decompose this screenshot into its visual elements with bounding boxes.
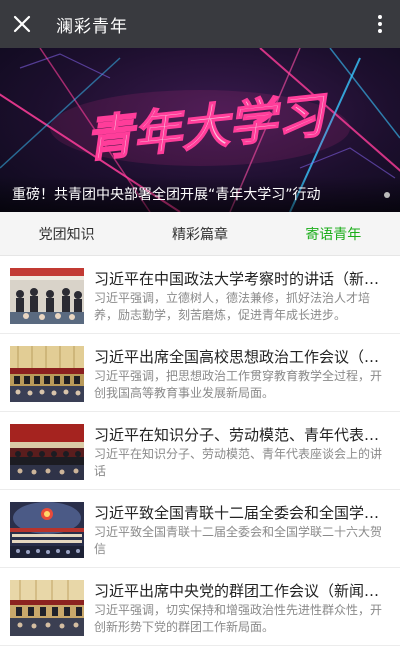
article-thumbnail bbox=[10, 346, 84, 402]
article-list: 习近平在中国政法大学考察时的讲话（新闻... 习近平强调，立德树人，德法兼修，抓… bbox=[0, 256, 400, 646]
article-summary: 习近平强调，切实保持和增强政治性先进性群众性，开创新形势下党的群团工作新局面。 bbox=[94, 603, 383, 634]
article-summary: 习近平强调，立德树人，德法兼修，抓好法治人才培养，励志勤学，刻苦磨炼，促进青年成… bbox=[94, 291, 371, 322]
tab-bar: 党团知识 精彩篇章 寄语青年 bbox=[0, 212, 400, 256]
more-vertical-icon bbox=[378, 15, 382, 33]
article-thumbnail bbox=[10, 580, 84, 636]
article-title: 习近平出席全国高校思想政治工作会议（新... bbox=[94, 348, 390, 366]
article-thumbnail bbox=[10, 502, 84, 558]
close-icon bbox=[13, 15, 31, 33]
tab-party-knowledge[interactable]: 党团知识 bbox=[0, 212, 133, 255]
article-title: 习近平在知识分子、劳动模范、青年代表座... bbox=[94, 426, 390, 444]
list-item[interactable]: 习近平致全国青联十二届全委会和全国学联... 习近平致全国青联十二届全委会和全国… bbox=[0, 490, 400, 568]
list-item[interactable]: 习近平出席全国高校思想政治工作会议（新... 习近平强调，把思想政治工作贯穿教育… bbox=[0, 334, 400, 412]
article-summary: 习近平强调，把思想政治工作贯穿教育教学全过程，开创我国高等教育事业发展新局面。 bbox=[94, 369, 383, 400]
article-thumbnail bbox=[10, 268, 84, 324]
banner-headline[interactable]: 重磅！共青团中央部署全团开展“青年大学习”行动 bbox=[0, 176, 400, 212]
list-item[interactable]: 习近平在中国政法大学考察时的讲话（新闻... 习近平强调，立德树人，德法兼修，抓… bbox=[0, 256, 400, 334]
page-title: 澜彩青年 bbox=[56, 16, 128, 37]
carousel-indicator bbox=[384, 192, 390, 198]
top-bar: 澜彩青年 bbox=[0, 0, 400, 48]
tab-highlights[interactable]: 精彩篇章 bbox=[133, 212, 266, 255]
article-title: 习近平致全国青联十二届全委会和全国学联... bbox=[94, 504, 390, 522]
banner-carousel[interactable]: 青年大学习 重磅！共青团中央部署全团开展“青年大学习”行动 bbox=[0, 48, 400, 212]
tab-youth-messages[interactable]: 寄语青年 bbox=[267, 212, 400, 255]
close-button[interactable] bbox=[0, 0, 44, 48]
list-item[interactable]: 习近平出席中央党的群团工作会议（新闻稿... 习近平强调，切实保持和增强政治性先… bbox=[0, 568, 400, 646]
article-title: 习近平出席中央党的群团工作会议（新闻稿... bbox=[94, 582, 390, 600]
article-summary: 习近平在知识分子、劳动模范、青年代表座谈会上的讲话 bbox=[94, 447, 383, 478]
list-item[interactable]: 习近平在知识分子、劳动模范、青年代表座... 习近平在知识分子、劳动模范、青年代… bbox=[0, 412, 400, 490]
article-summary: 习近平致全国青联十二届全委会和全国学联二十六大贺信 bbox=[94, 525, 383, 556]
article-thumbnail bbox=[10, 424, 84, 480]
more-menu-button[interactable] bbox=[360, 0, 400, 48]
article-title: 习近平在中国政法大学考察时的讲话（新闻... bbox=[94, 270, 390, 288]
